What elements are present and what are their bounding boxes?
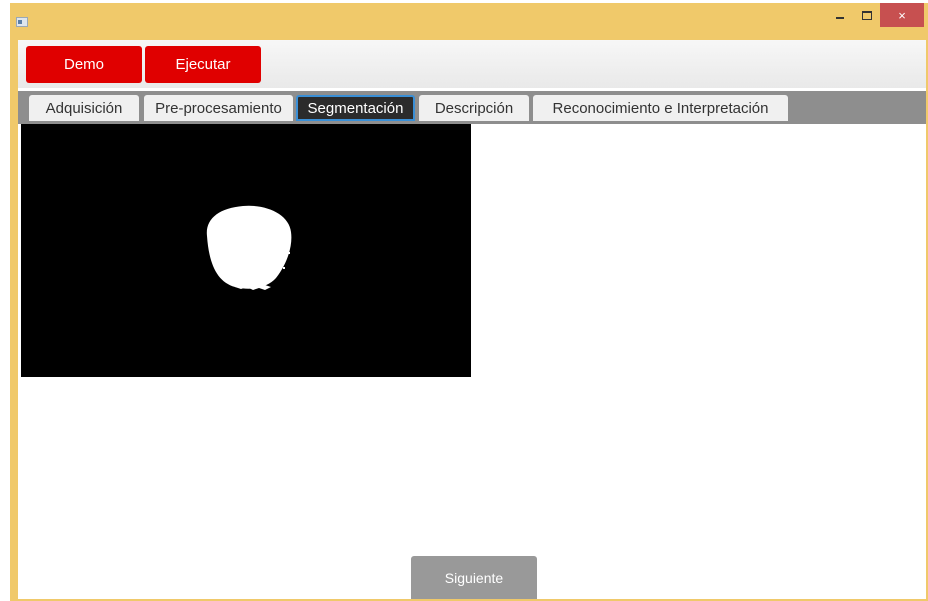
title-bar[interactable]: × [10, 3, 928, 40]
tab-adquisicion[interactable]: Adquisición [29, 95, 139, 121]
close-button[interactable]: × [880, 3, 924, 27]
minimize-icon [836, 17, 844, 19]
segmented-blob [206, 205, 292, 290]
execute-button[interactable]: Ejecutar [145, 46, 261, 83]
minimize-button[interactable] [827, 3, 853, 27]
maximize-icon [862, 10, 872, 20]
close-icon: × [898, 7, 906, 23]
app-window: × Demo Ejecutar Adquisición Pre-procesam… [10, 3, 928, 601]
segmentation-image [21, 124, 471, 377]
next-button[interactable]: Siguiente [411, 556, 537, 599]
client-area: Demo Ejecutar Adquisición Pre-procesamie… [18, 40, 926, 599]
maximize-button[interactable] [854, 3, 880, 27]
tab-descripcion[interactable]: Descripción [419, 95, 529, 121]
tab-segmentacion[interactable]: Segmentación [296, 95, 415, 121]
tab-pre-procesamiento[interactable]: Pre-procesamiento [144, 95, 293, 121]
tab-reconocimiento[interactable]: Reconocimiento e Interpretación [533, 95, 788, 121]
toolbar: Demo Ejecutar [18, 40, 926, 88]
tab-strip: Adquisición Pre-procesamiento Segmentaci… [18, 91, 926, 124]
demo-button[interactable]: Demo [26, 46, 142, 83]
app-icon [16, 17, 28, 27]
